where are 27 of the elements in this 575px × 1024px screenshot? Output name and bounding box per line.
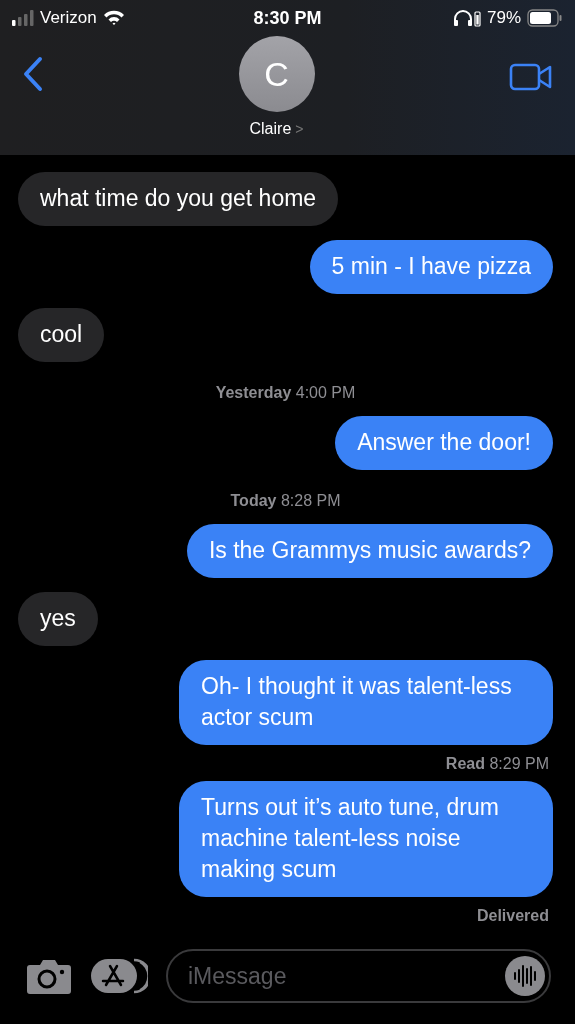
- headphones-icon: [452, 9, 481, 27]
- timestamp: Yesterday 4:00 PM: [215, 384, 356, 402]
- camera-icon[interactable]: [26, 957, 72, 995]
- status-time: 8:30 PM: [253, 7, 322, 29]
- message-input-field[interactable]: iMessage: [166, 949, 551, 1003]
- battery-percent: 79%: [486, 8, 521, 28]
- received-message: cool: [18, 308, 105, 362]
- delivery-status: Read 8:29 PM: [445, 755, 549, 773]
- wifi-icon: [102, 10, 125, 26]
- app-store-icon[interactable]: [90, 956, 148, 996]
- sent-message: Turns out it’s auto tune, drum machine talent-less noise making scum: [179, 781, 553, 897]
- received-message: yes: [18, 592, 98, 646]
- carrier-name: Verizon: [40, 8, 97, 28]
- battery-icon: [527, 9, 563, 27]
- sent-message: Is the Grammys music awards?: [186, 524, 553, 578]
- contact-name[interactable]: Claire: [249, 120, 292, 138]
- chevron-icon: >: [295, 121, 304, 137]
- received-message: what time do you get home: [18, 172, 339, 226]
- sent-message: Answer the door!: [335, 416, 553, 470]
- sent-message: 5 min - I have pizza: [309, 240, 553, 294]
- video-camera-icon[interactable]: [509, 62, 553, 92]
- timestamp: Today 8:28 PM: [230, 492, 341, 510]
- signal-icon: [12, 10, 34, 26]
- audio-wave-icon[interactable]: [505, 956, 545, 996]
- back-icon[interactable]: [22, 56, 44, 92]
- delivery-status: Delivered: [476, 907, 549, 925]
- sent-message: Oh- I thought it was talent-less actor scum: [179, 660, 553, 745]
